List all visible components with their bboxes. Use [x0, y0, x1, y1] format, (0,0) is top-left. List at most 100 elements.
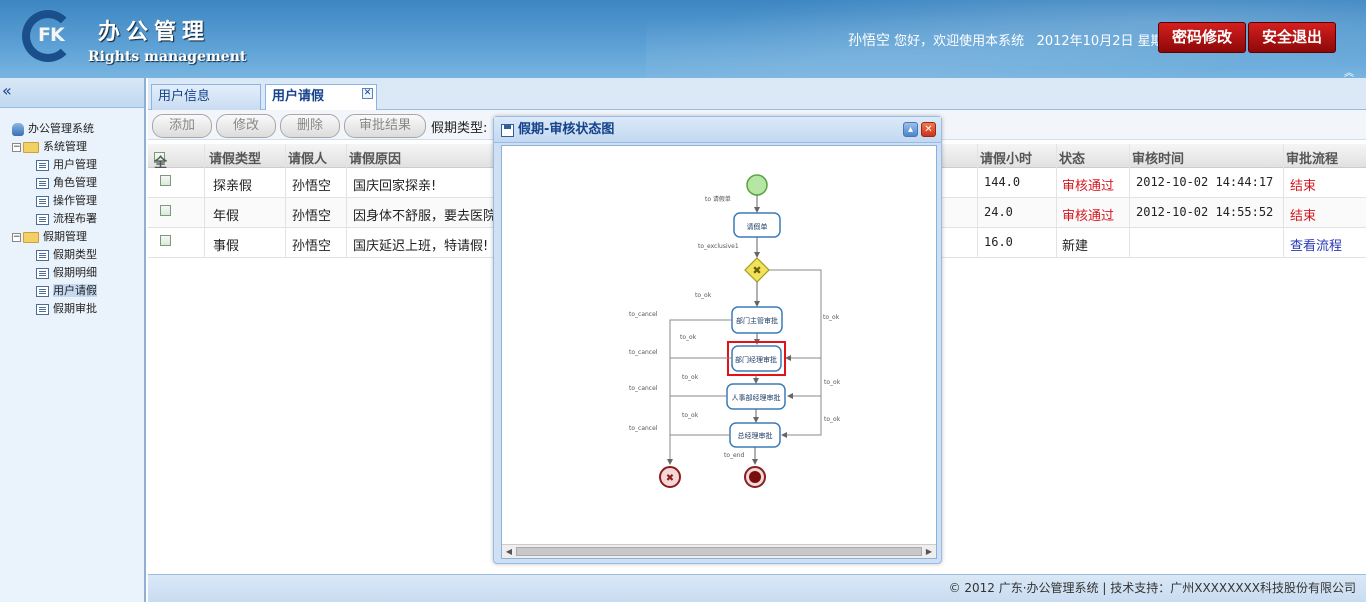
collapse-toggle-icon[interactable]: − [12, 232, 21, 242]
list-icon [36, 267, 49, 279]
minimize-icon[interactable]: ▴ [903, 122, 918, 137]
flow-status-dialog: 假期-审核状态图 ▴ ✕ to 请假单 请假单 to_exclusive1 ✖ … [493, 116, 942, 564]
svg-text:✖: ✖ [666, 473, 674, 484]
scroll-left-icon[interactable]: ◀ [502, 545, 516, 558]
list-icon [36, 177, 49, 189]
change-password-button[interactable]: 密码修改 [1158, 22, 1246, 53]
cell-status: 新建 [1062, 239, 1089, 254]
horizontal-scrollbar[interactable]: ◀ ▶ [502, 544, 936, 558]
tab-user-leave[interactable]: 用户请假 ✕ [265, 84, 377, 110]
tree-group-leave[interactable]: − 假期管理 [10, 228, 144, 246]
sidebar-item-operation-management[interactable]: 操作管理 [10, 192, 144, 210]
column-divider [1129, 144, 1130, 258]
approval-result-button[interactable]: 审批结果 [344, 114, 426, 138]
workflow-diagram: to 请假单 请假单 to_exclusive1 ✖ to_ok to_ok 部… [629, 174, 841, 488]
edit-button[interactable]: 修改 [216, 114, 276, 138]
footer: © 2012 广东·办公管理系统 | 技术支持：广州XXXXXXXX科技股份有限… [148, 574, 1366, 602]
app-title: 办公管理 [98, 19, 211, 45]
column-divider [1283, 144, 1284, 258]
list-icon [36, 159, 49, 171]
collapse-toggle-icon[interactable]: − [12, 142, 21, 152]
dialog-title: 假期-审核状态图 [518, 122, 615, 137]
cell-status: 审核通过 [1062, 209, 1115, 224]
sidebar-collapse-bar: « [0, 78, 144, 108]
tab-label: 用户请假 [272, 89, 325, 104]
sidebar-item-user-management[interactable]: 用户管理 [10, 156, 144, 174]
col-hours[interactable]: 请假小时 [980, 148, 1032, 167]
list-icon [36, 303, 49, 315]
cell-reason: 国庆回家探亲! [353, 179, 437, 194]
col-flow[interactable]: 审批流程 [1286, 148, 1338, 167]
menu-tree: 办公管理系统 − 系统管理 用户管理 角色管理 操作管理 流程布署 − 假期管理 假… [0, 108, 144, 318]
cell-hours: 144.0 [984, 175, 1021, 189]
close-tab-icon[interactable]: ✕ [362, 88, 373, 99]
leave-type-filter-label: 假期类型: [431, 121, 488, 136]
sidebar-collapse-icon[interactable]: « [2, 81, 12, 100]
scrollbar-thumb[interactable] [516, 547, 922, 556]
scroll-right-icon[interactable]: ▶ [922, 545, 936, 558]
cell-reason: 国庆延迟上班，特请假! [353, 239, 489, 254]
view-flow-link[interactable]: 查看流程 [1290, 235, 1342, 254]
col-type[interactable]: 请假类型 [209, 148, 261, 167]
sidebar-item-role-management[interactable]: 角色管理 [10, 174, 144, 192]
sidebar-item-process-deploy[interactable]: 流程布署 [10, 210, 144, 228]
app-subtitle: Rights management [88, 49, 247, 65]
svg-text:to_ok: to_ok [680, 334, 697, 341]
sidebar-item-leave-details[interactable]: 假期明细 [10, 264, 144, 282]
cell-type: 事假 [213, 239, 240, 254]
cell-hours: 24.0 [984, 205, 1013, 219]
sidebar-item-leave-approval[interactable]: 假期审批 [10, 300, 144, 318]
svg-text:✖: ✖ [752, 264, 761, 277]
cell-review-time: 2012-10-02 14:55:52 [1136, 205, 1274, 219]
svg-text:to_cancel: to_cancel [629, 425, 658, 432]
start-event-icon [746, 174, 768, 196]
dialog-titlebar[interactable]: 假期-审核状态图 [494, 117, 941, 143]
col-reason[interactable]: 请假原因 [349, 148, 401, 167]
logout-button[interactable]: 安全退出 [1248, 22, 1336, 53]
svg-text:部门主管审批: 部门主管审批 [736, 316, 778, 325]
dialog-body: to 请假单 请假单 to_exclusive1 ✖ to_ok to_ok 部… [501, 145, 937, 559]
svg-text:to_ok: to_ok [823, 314, 840, 321]
collapse-header-icon[interactable]: ︽ [1344, 64, 1354, 78]
svg-text:to_cancel: to_cancel [629, 311, 658, 318]
col-review-time[interactable]: 审核时间 [1132, 148, 1184, 167]
folder-icon [23, 141, 39, 153]
tree-root[interactable]: 办公管理系统 [10, 120, 144, 138]
cell-flow-link[interactable]: 结束 [1290, 205, 1316, 224]
col-person[interactable]: 请假人 [288, 148, 327, 167]
save-icon [501, 124, 514, 137]
column-divider [285, 144, 286, 258]
column-divider [977, 144, 978, 258]
add-button[interactable]: 添加 [152, 114, 212, 138]
tree-group-system[interactable]: − 系统管理 [10, 138, 144, 156]
svg-text:to_ok: to_ok [682, 374, 699, 381]
list-icon [36, 195, 49, 207]
column-divider [1056, 144, 1057, 258]
welcome-message: 您好，欢迎使用本系统 [894, 34, 1025, 49]
cell-flow-link[interactable]: 结束 [1290, 175, 1316, 194]
cell-type: 探亲假 [213, 179, 253, 194]
row-checkbox[interactable] [160, 205, 171, 216]
svg-text:to_cancel: to_cancel [629, 349, 658, 356]
tab-user-info[interactable]: 用户信息 [151, 84, 261, 110]
svg-text:to_ok: to_ok [695, 292, 712, 299]
row-checkbox[interactable] [160, 235, 171, 246]
current-user: 孙悟空 [848, 33, 890, 49]
close-icon[interactable]: ✕ [921, 122, 936, 137]
cell-type: 年假 [213, 209, 240, 224]
col-status[interactable]: 状态 [1059, 148, 1085, 167]
cell-person: 孙悟空 [292, 179, 332, 194]
app-header: FK 办公管理 Rights management 孙悟空 您好，欢迎使用本系统… [0, 0, 1366, 78]
database-icon [12, 122, 24, 136]
sidebar-item-user-leave[interactable]: 用户请假 [10, 282, 144, 300]
delete-button[interactable]: 删除 [280, 114, 340, 138]
cell-hours: 16.0 [984, 235, 1013, 249]
column-divider [346, 144, 347, 258]
row-checkbox[interactable] [160, 175, 171, 186]
list-icon [36, 213, 49, 225]
cell-status: 审核通过 [1062, 179, 1115, 194]
sidebar-item-leave-types[interactable]: 假期类型 [10, 246, 144, 264]
svg-text:to_ok: to_ok [824, 416, 841, 423]
svg-text:to_exclusive1: to_exclusive1 [698, 243, 739, 250]
cell-review-time: 2012-10-02 14:44:17 [1136, 175, 1274, 189]
